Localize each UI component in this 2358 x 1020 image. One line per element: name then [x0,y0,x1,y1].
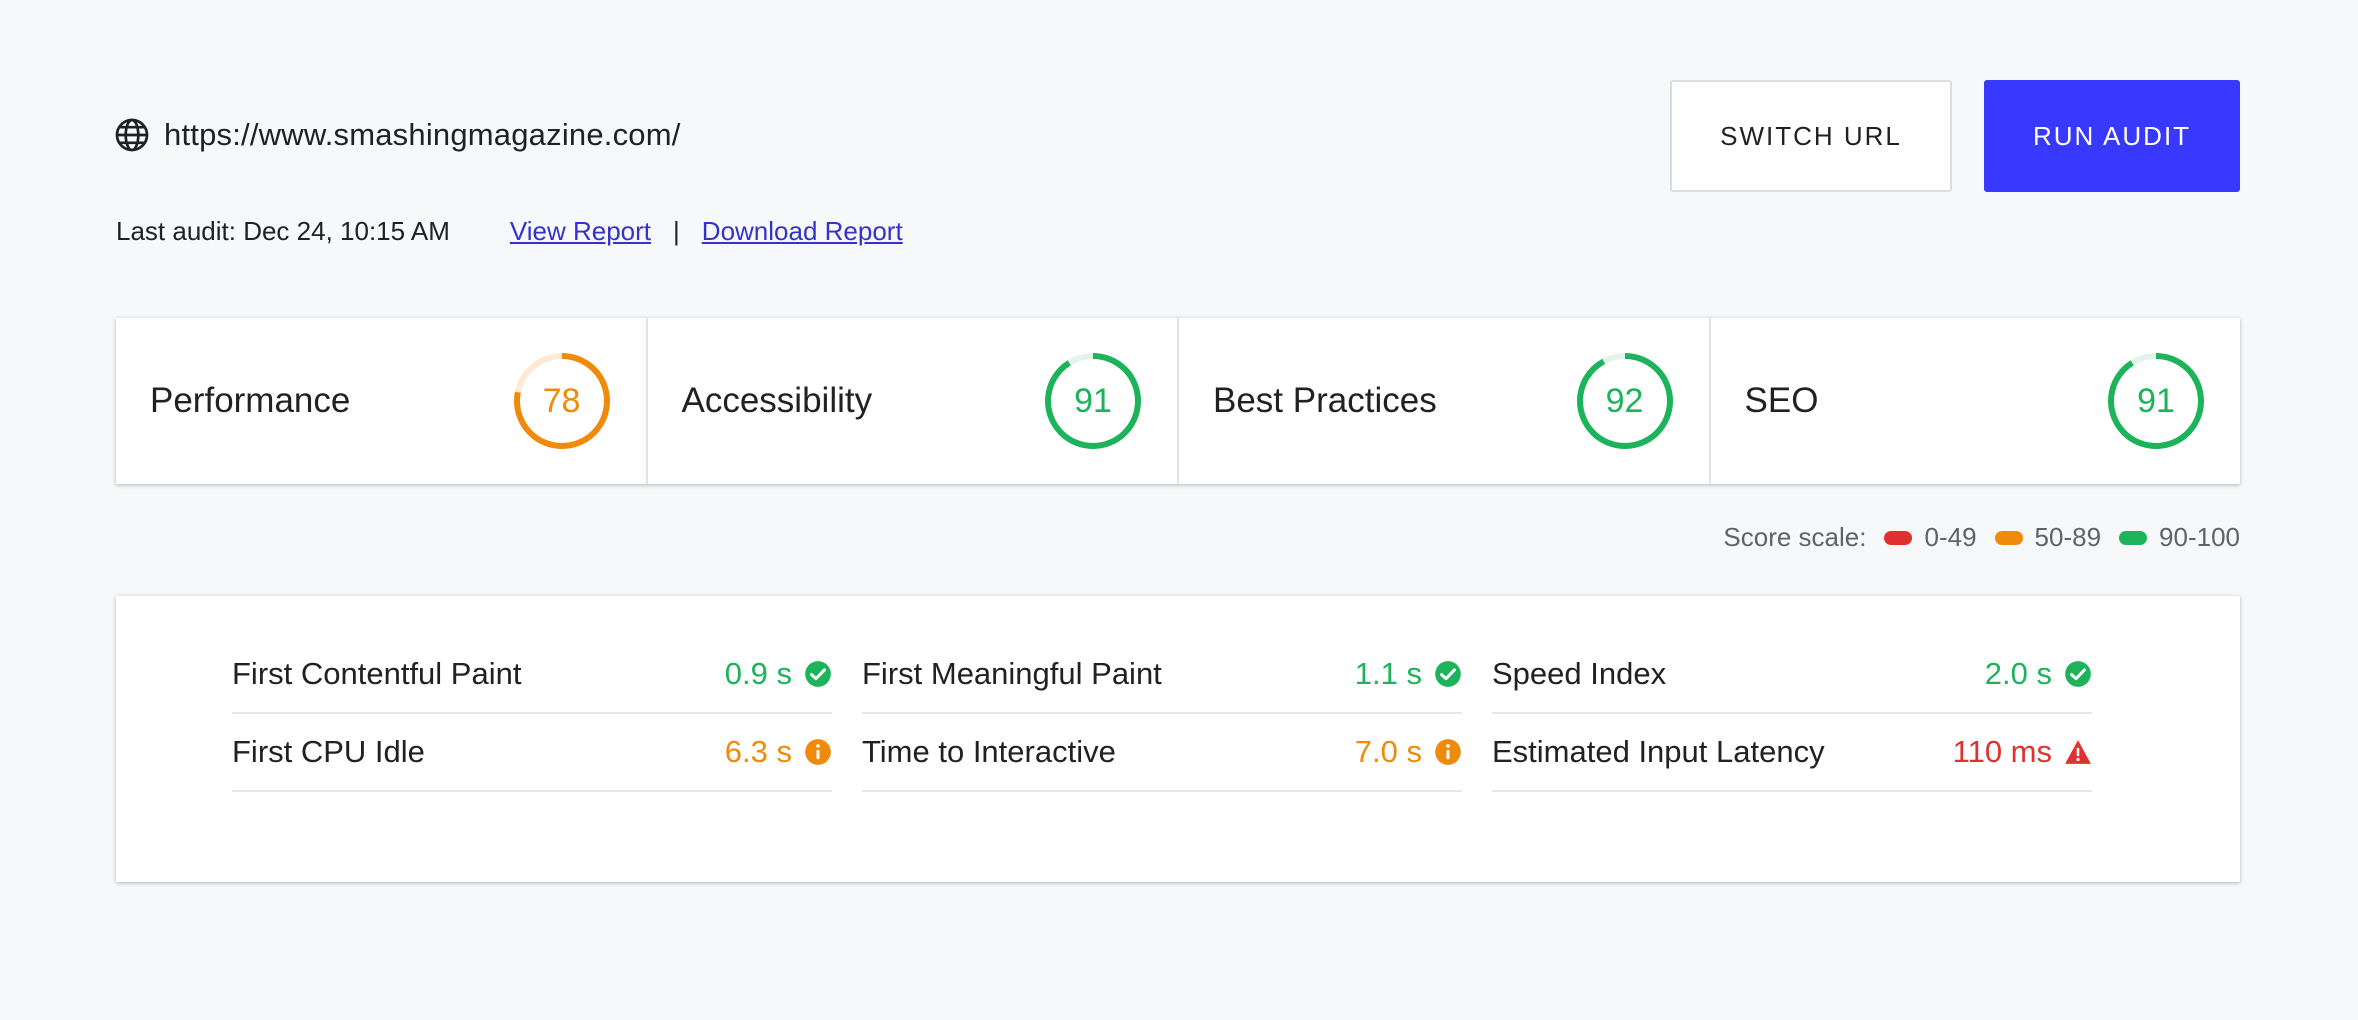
score-label: SEO [1744,381,1819,420]
metric-value: 1.1 s [1354,656,1422,691]
score-label: Accessibility [681,381,873,420]
url-display: https://www.smashingmagazine.com/ [114,114,681,156]
metric-row: First Contentful Paint 0.9 s [232,636,832,714]
score-card-accessibility[interactable]: Accessibility 91 [648,318,1179,484]
metric-name: Speed Index [1492,656,1667,691]
metric-row: Time to Interactive 7.0 s [862,714,1462,792]
scale-range-poor: 0-49 [1924,522,1977,552]
audited-url: https://www.smashingmagazine.com/ [164,117,681,152]
score-gauge: 78 [512,351,612,451]
scale-range-average: 50-89 [2034,522,2102,552]
scale-pill-good [2119,530,2148,545]
score-gauge: 91 [2106,351,2206,451]
metric-name: First CPU Idle [232,734,425,769]
metric-row: First CPU Idle 6.3 s [232,714,832,792]
score-card-performance[interactable]: Performance 78 [116,318,648,484]
link-separator: | [673,216,680,246]
metric-row: Speed Index 2.0 s [1492,636,2092,714]
metrics-panel: First Contentful Paint 0.9 s First Meani… [116,596,2240,882]
score-card-best-practices[interactable]: Best Practices 92 [1179,318,1711,484]
score-gauge: 91 [1043,351,1143,451]
scale-pill-average [1994,530,2023,545]
check-circle-icon [2064,660,2092,688]
metric-name: First Meaningful Paint [862,656,1162,691]
metric-value: 110 ms [1952,734,2052,769]
globe-icon [114,117,150,153]
score-summary-panel: Performance 78 Accessibility 91 Best Pra… [116,318,2240,484]
metric-value: 6.3 s [724,734,792,769]
info-circle-icon [1434,738,1462,766]
score-scale-label: Score scale: [1723,522,1867,552]
warning-triangle-icon [2064,738,2092,766]
check-circle-icon [1434,660,1462,688]
score-label: Performance [150,381,351,420]
score-value: 78 [542,381,581,420]
score-scale-legend: Score scale: 0-49 50-89 90-100 [1723,522,2240,553]
info-circle-icon [804,738,832,766]
metric-value: 0.9 s [724,656,792,691]
metric-name: First Contentful Paint [232,656,522,691]
run-audit-button[interactable]: RUN AUDIT [1984,80,2240,192]
scale-pill-poor [1884,530,1913,545]
scale-range-good: 90-100 [2159,522,2240,552]
metrics-grid: First Contentful Paint 0.9 s First Meani… [232,636,2092,792]
metric-value: 2.0 s [1984,656,2052,691]
score-value: 91 [1074,381,1112,420]
view-report-link[interactable]: View Report [510,216,651,247]
audit-meta: Last audit: Dec 24, 10:15 AM View Report… [116,216,903,247]
last-audit-text: Last audit: Dec 24, 10:15 AM [116,216,450,246]
switch-url-button[interactable]: SWITCH URL [1670,80,1952,192]
score-card-seo[interactable]: SEO 91 [1711,318,2241,484]
metric-row: First Meaningful Paint 1.1 s [862,636,1462,714]
score-gauge: 92 [1575,351,1675,451]
metric-value: 7.0 s [1354,734,1422,769]
score-value: 92 [1605,381,1644,420]
download-report-link[interactable]: Download Report [702,216,903,247]
metric-row: Estimated Input Latency 110 ms [1492,714,2092,792]
metric-name: Time to Interactive [862,734,1116,769]
score-label: Best Practices [1213,381,1437,420]
score-value: 91 [2137,381,2175,420]
metric-name: Estimated Input Latency [1492,734,1825,769]
check-circle-icon [804,660,832,688]
